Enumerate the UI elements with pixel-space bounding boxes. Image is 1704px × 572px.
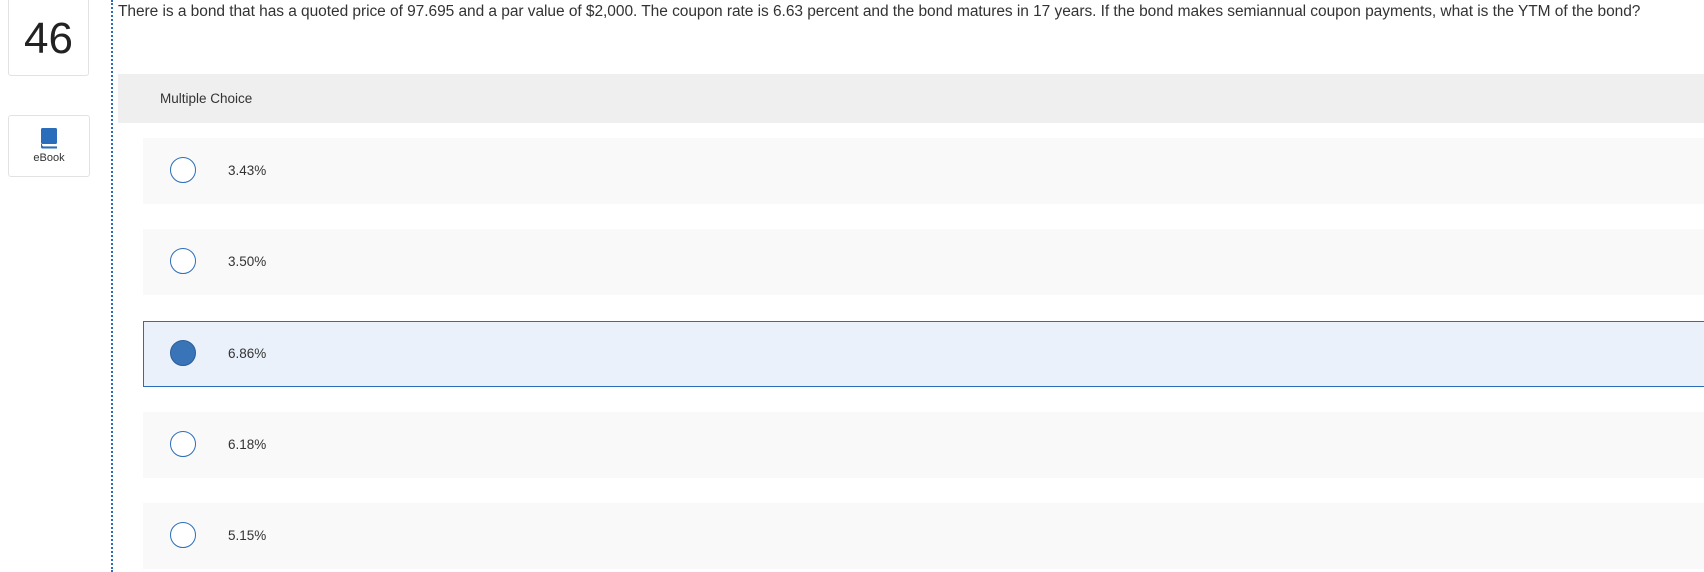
radio-button[interactable]: [170, 248, 196, 274]
answer-option-1[interactable]: 3.43%: [143, 138, 1704, 204]
radio-button[interactable]: [170, 522, 196, 548]
ebook-button[interactable]: eBook: [8, 115, 90, 177]
answer-option-label: 6.86%: [228, 346, 267, 361]
radio-button-selected[interactable]: [170, 340, 196, 366]
book-icon: [41, 128, 57, 149]
answer-option-5[interactable]: 5.15%: [143, 503, 1704, 569]
answer-option-label: 5.15%: [228, 528, 267, 543]
multiple-choice-header-label: Multiple Choice: [160, 91, 253, 106]
answer-option-4[interactable]: 6.18%: [143, 412, 1704, 478]
ebook-label: eBook: [33, 152, 65, 164]
answer-option-label: 6.18%: [228, 437, 267, 452]
multiple-choice-header: Multiple Choice: [118, 74, 1704, 123]
question-number-box: 46: [8, 0, 89, 76]
answer-option-2[interactable]: 3.50%: [143, 229, 1704, 295]
question-page: 46 eBook There is a bond that has a quot…: [0, 0, 1704, 572]
radio-button[interactable]: [170, 157, 196, 183]
dotted-divider: [111, 0, 113, 572]
radio-button[interactable]: [170, 431, 196, 457]
question-text: There is a bond that has a quoted price …: [118, 3, 1641, 20]
question-number: 46: [24, 14, 73, 63]
answer-option-label: 3.43%: [228, 163, 267, 178]
answer-option-3-selected[interactable]: 6.86%: [143, 321, 1704, 387]
answer-option-label: 3.50%: [228, 254, 267, 269]
